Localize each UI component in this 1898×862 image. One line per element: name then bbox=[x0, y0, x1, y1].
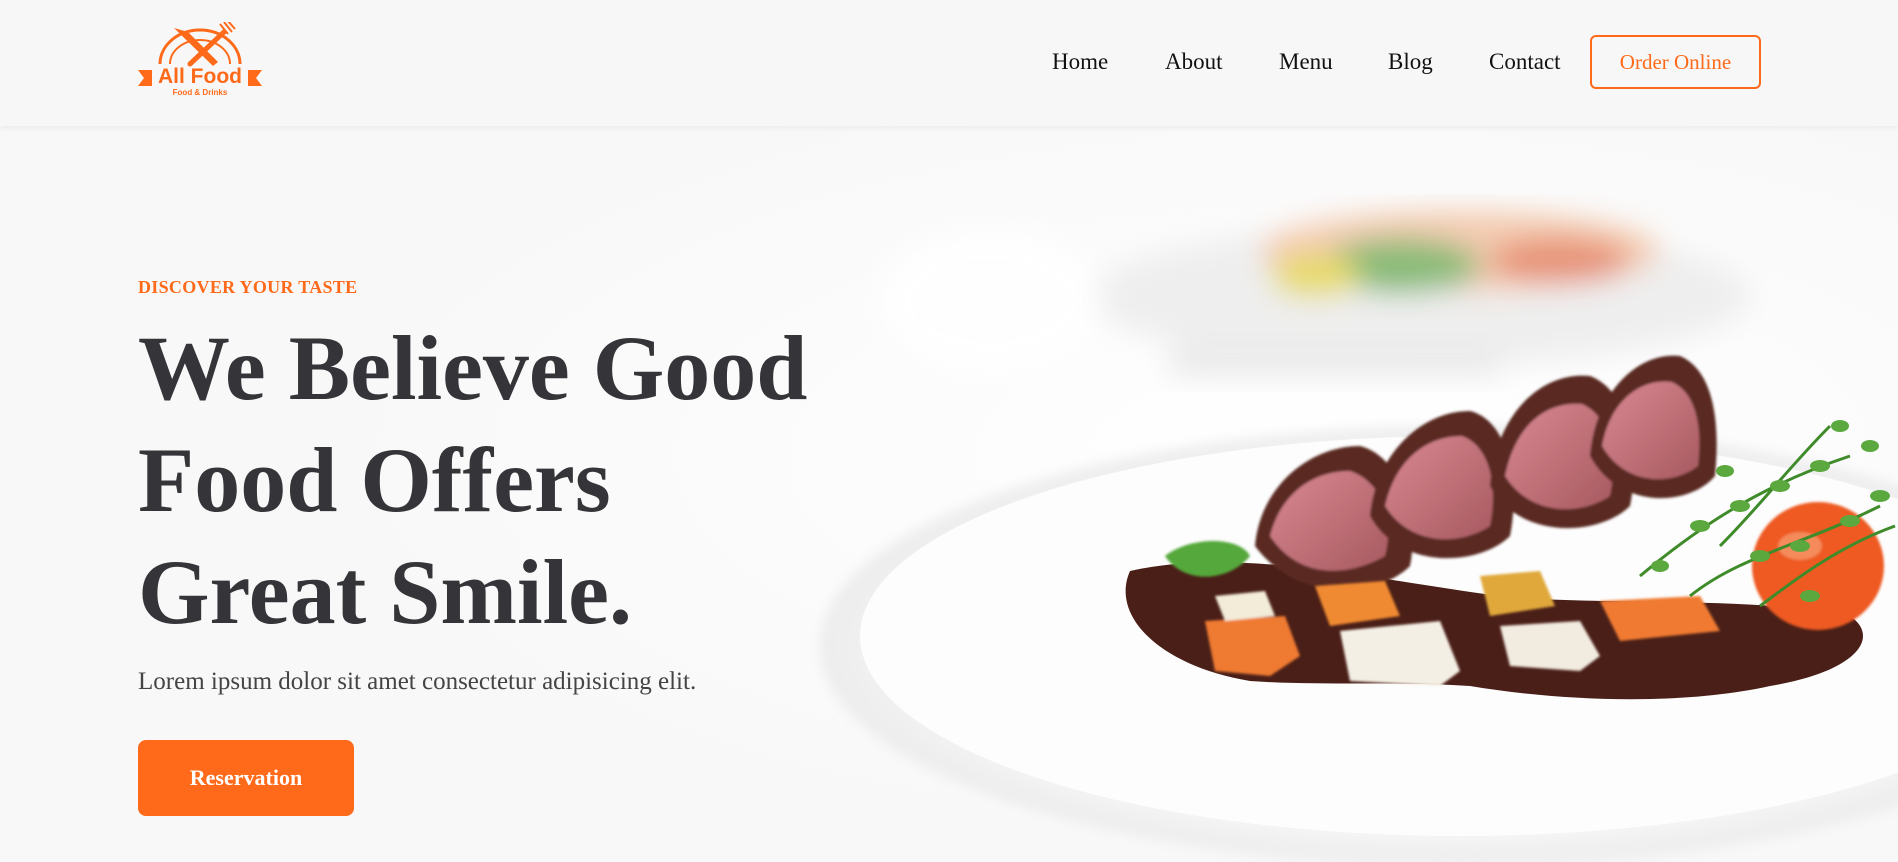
hero-headline-line-2: Food Offers bbox=[138, 429, 611, 531]
hero-kicker: DISCOVER YOUR TASTE bbox=[138, 277, 358, 297]
hero-lead-text: Lorem ipsum dolor sit amet consectetur a… bbox=[138, 668, 697, 695]
nav-item-menu[interactable]: Menu bbox=[1279, 48, 1333, 76]
hero-headline-line-1: We Believe Good bbox=[138, 317, 808, 419]
brand-name: All Food bbox=[158, 65, 242, 88]
brand-logo[interactable]: All Food Food & Drinks bbox=[138, 22, 262, 102]
nav-item-blog[interactable]: Blog bbox=[1388, 48, 1433, 76]
hero-headline-line-3: Great Smile. bbox=[138, 541, 632, 643]
nav-item-contact[interactable]: Contact bbox=[1489, 48, 1561, 76]
reservation-button[interactable]: Reservation bbox=[138, 740, 354, 816]
brand-tagline: Food & Drinks bbox=[172, 88, 228, 97]
nav-item-about[interactable]: About bbox=[1165, 48, 1223, 76]
site-header: All Food Food & Drinks Home About Menu B… bbox=[0, 0, 1898, 126]
hero-section: DISCOVER YOUR TASTE We Believe Good Food… bbox=[0, 126, 1898, 862]
order-online-button[interactable]: Order Online bbox=[1590, 35, 1761, 89]
nav-item-home[interactable]: Home bbox=[1052, 48, 1108, 76]
